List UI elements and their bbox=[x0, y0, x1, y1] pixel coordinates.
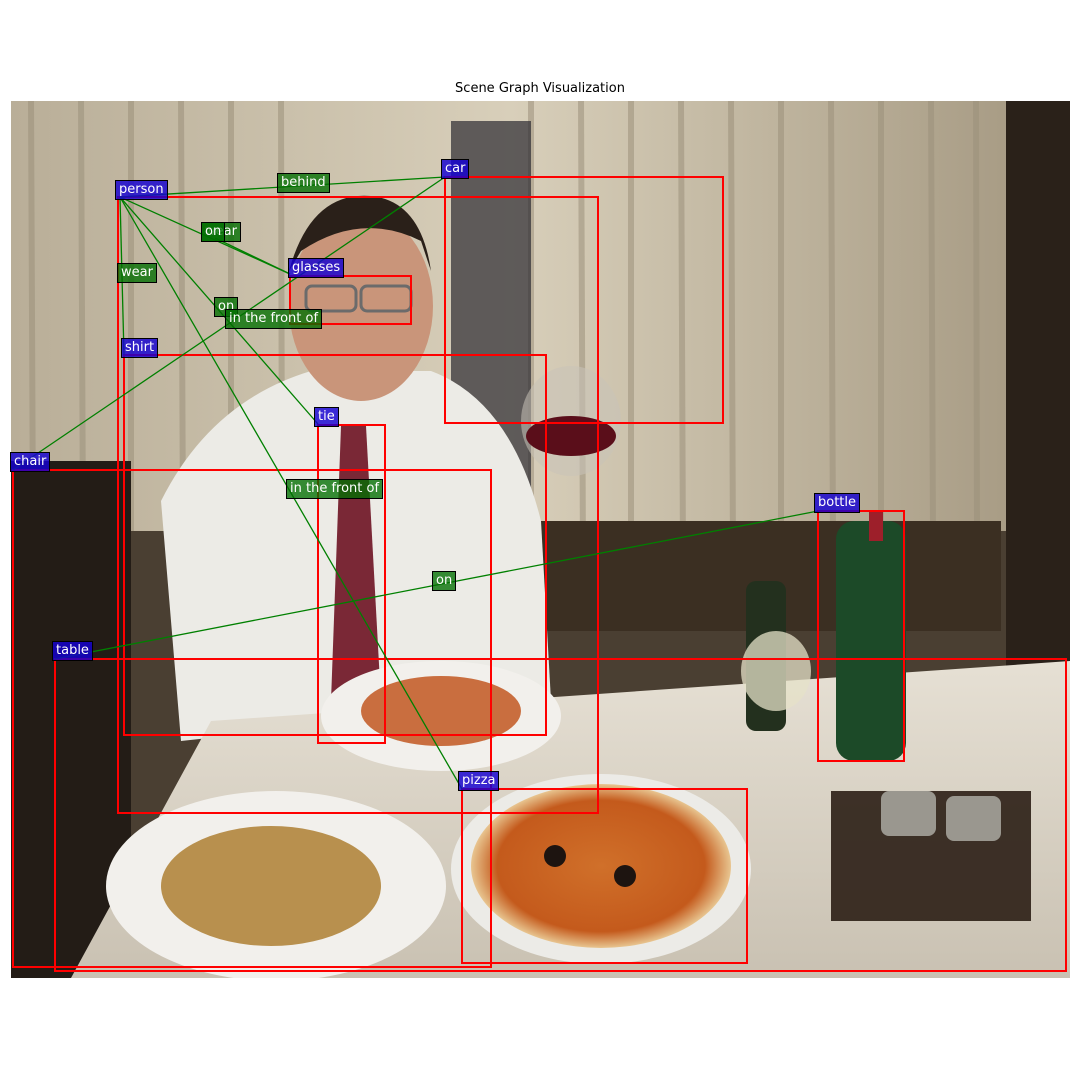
relation-label-in-front-of-chair: in the front of bbox=[225, 309, 323, 329]
relation-label-wear-shirt: wear bbox=[117, 263, 157, 283]
object-label-shirt: shirt bbox=[121, 338, 159, 358]
object-label-pizza: pizza bbox=[458, 771, 500, 791]
scene-photo bbox=[11, 101, 1070, 978]
object-label-tie: tie bbox=[314, 407, 339, 427]
object-label-car: car bbox=[441, 159, 470, 179]
object-label-person: person bbox=[115, 180, 168, 200]
figure-title: Scene Graph Visualization bbox=[455, 81, 625, 96]
relation-label-on-table: on bbox=[432, 571, 457, 591]
object-label-table: table bbox=[52, 641, 93, 661]
relation-label-on-person: on bbox=[201, 222, 226, 242]
object-label-bottle: bottle bbox=[814, 493, 861, 513]
object-label-glasses: glasses bbox=[288, 258, 345, 278]
relation-label-in-front-of-pizza: in the front of bbox=[286, 479, 384, 499]
object-label-chair: chair bbox=[10, 452, 51, 472]
relation-label-behind: behind bbox=[277, 173, 330, 193]
